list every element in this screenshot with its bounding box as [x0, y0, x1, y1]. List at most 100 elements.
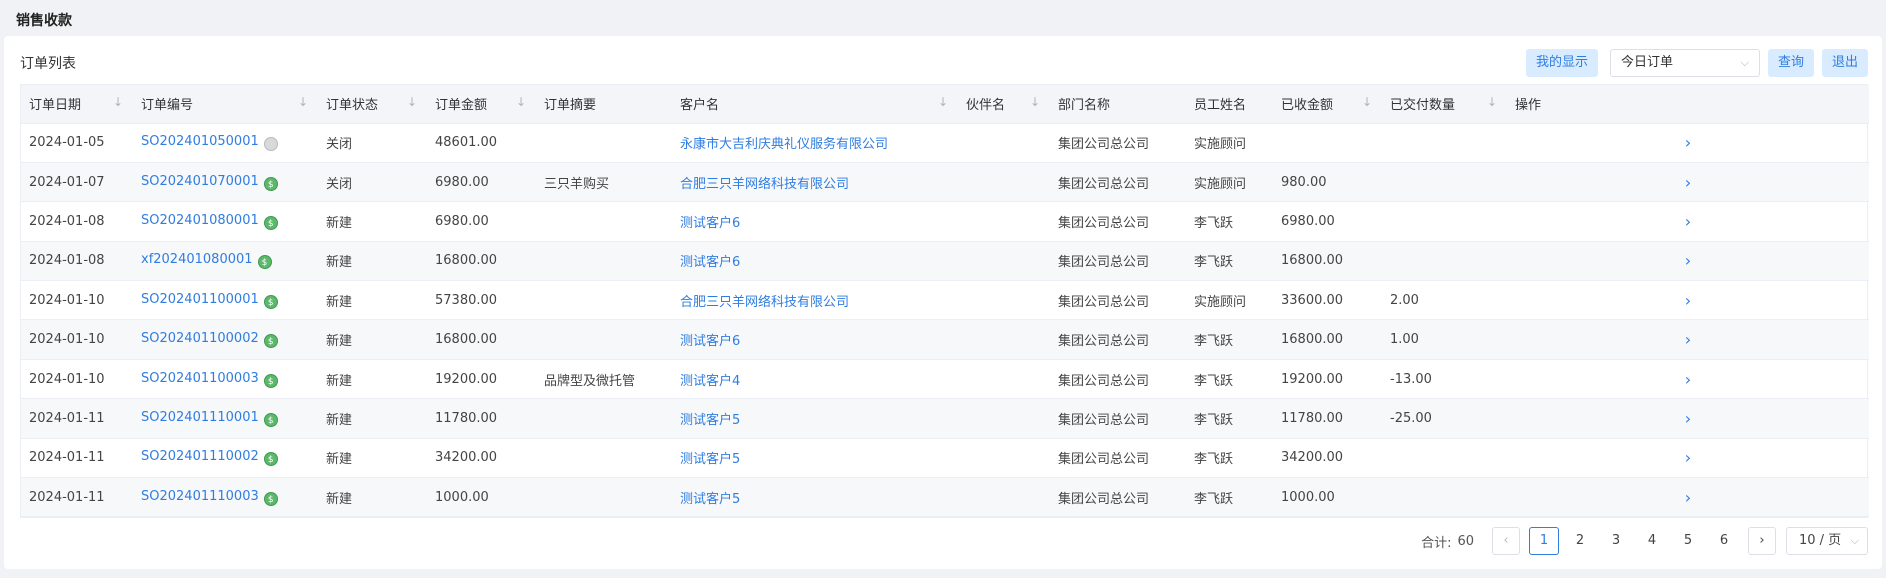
order-number-cell: SO202401070001 $	[133, 162, 318, 203]
chevron-right-icon[interactable]: ›	[1685, 370, 1691, 389]
amount-cell: 34200.00	[427, 438, 536, 479]
query-button[interactable]: 查询	[1767, 49, 1814, 77]
column-header: 订单摘要	[536, 85, 672, 124]
order-number-link[interactable]: xf202401080001	[141, 252, 253, 267]
date-cell: 2024-01-11	[21, 477, 133, 518]
page-number-button[interactable]: 6	[1709, 527, 1739, 555]
column-header[interactable]: 客户名 ↓	[672, 85, 958, 124]
chevron-right-icon[interactable]: ›	[1685, 409, 1691, 428]
column-header-label: 已收金额	[1281, 98, 1334, 114]
order-number-cell: SO202401050001 $	[133, 123, 318, 163]
table-row: 2024-01-05 SO202401050001 $ 关闭48601.00 永康市大吉…	[21, 123, 1869, 163]
sort-arrow-icon[interactable]: ↓	[938, 95, 948, 109]
page-size-select[interactable]: 10 / 页 ⌵	[1786, 527, 1868, 555]
order-number-link[interactable]: SO202401100001	[141, 292, 259, 307]
received-cell: 19200.00	[1273, 359, 1382, 400]
order-number-link[interactable]: SO202401110003	[141, 489, 259, 504]
prev-page-button[interactable]: ‹	[1492, 527, 1520, 555]
order-number-link[interactable]: SO202401070001	[141, 174, 259, 189]
order-number-link[interactable]: SO202401080001	[141, 213, 259, 228]
page-number-button[interactable]: 2	[1565, 527, 1595, 555]
staff-cell: 李飞跃	[1186, 438, 1273, 479]
order-filter-select[interactable]: 今日订单 ⌵	[1609, 49, 1760, 77]
chevron-right-icon[interactable]: ›	[1685, 330, 1691, 349]
chevron-right-icon[interactable]: ›	[1685, 173, 1691, 192]
date-cell: 2024-01-05	[21, 123, 133, 163]
amount-cell: 57380.00	[427, 280, 536, 321]
exit-button[interactable]: 退出	[1821, 49, 1868, 77]
customer-link[interactable]: 测试客户6	[672, 319, 958, 360]
my-display-button[interactable]: 我的显示	[1525, 49, 1598, 77]
chevron-right-icon[interactable]: ›	[1685, 212, 1691, 231]
page-number-button[interactable]: 4	[1637, 527, 1667, 555]
customer-link[interactable]: 合肥三只羊网络科技有限公司	[672, 162, 958, 203]
partner-cell	[958, 162, 1050, 203]
dept-cell: 集团公司总公司	[1050, 241, 1186, 282]
delivered-cell: -13.00	[1382, 359, 1507, 400]
sort-arrow-icon[interactable]: ↓	[516, 95, 526, 109]
order-list-panel: 订单列表 我的显示 今日订单 ⌵ 查询 退出 订单日期 ↓ 订单编号 ↓ 订单状态 ↓ 订单…	[4, 36, 1882, 569]
row-action-cell: ›	[1507, 241, 1869, 282]
column-header-label: 操作	[1515, 98, 1542, 114]
order-number-link[interactable]: SO202401110001	[141, 410, 259, 425]
chevron-right-icon[interactable]: ›	[1685, 133, 1691, 152]
page-number-button[interactable]: 3	[1601, 527, 1631, 555]
column-header[interactable]: 已收金额 ↓	[1273, 85, 1382, 124]
payment-status-icon: $	[263, 215, 278, 230]
sort-arrow-icon[interactable]: ↓	[1362, 95, 1372, 109]
sort-arrow-icon[interactable]: ↓	[113, 95, 123, 109]
column-header[interactable]: 已交付数量 ↓	[1382, 85, 1507, 124]
column-header[interactable]: 订单日期 ↓	[21, 85, 133, 124]
payment-status-icon: $	[263, 334, 278, 349]
dept-cell: 集团公司总公司	[1050, 438, 1186, 479]
customer-link[interactable]: 合肥三只羊网络科技有限公司	[672, 280, 958, 321]
customer-link[interactable]: 测试客户6	[672, 201, 958, 242]
unpaid-status-icon: $	[263, 137, 278, 152]
date-cell: 2024-01-07	[21, 162, 133, 203]
table-row: 2024-01-10 SO202401100003 $ 新建 19200.00 品牌型及微…	[21, 359, 1869, 400]
row-action-cell: ›	[1507, 162, 1869, 203]
sort-arrow-icon[interactable]: ↓	[407, 95, 417, 109]
dept-cell: 集团公司总公司	[1050, 162, 1186, 203]
received-cell: 1000.00	[1273, 477, 1382, 518]
order-number-link[interactable]: SO202401050001	[141, 134, 259, 149]
dept-cell: 集团公司总公司	[1050, 359, 1186, 400]
payment-status-icon: $	[263, 491, 278, 506]
column-header-label: 订单摘要	[544, 98, 597, 114]
column-header-label: 订单编号	[141, 98, 194, 114]
chevron-right-icon[interactable]: ›	[1685, 291, 1691, 310]
dept-cell: 集团公司总公司	[1050, 398, 1186, 439]
next-page-button[interactable]: ›	[1748, 527, 1776, 555]
payment-status-icon: $	[263, 294, 278, 309]
sort-arrow-icon[interactable]: ↓	[1030, 95, 1040, 109]
payment-status-icon: $	[257, 255, 272, 270]
table-row: 2024-01-11 SO202401110002 $ 新建 34200.00 测试客户5…	[21, 438, 1869, 479]
chevron-right-icon[interactable]: ›	[1685, 448, 1691, 467]
column-header[interactable]: 订单金额 ↓	[427, 85, 536, 124]
delivered-cell: 1.00	[1382, 319, 1507, 360]
column-header[interactable]: 订单编号 ↓	[133, 85, 318, 124]
sort-arrow-icon[interactable]: ↓	[298, 95, 308, 109]
panel-title: 订单列表	[20, 56, 76, 72]
customer-link[interactable]: 测试客户5	[672, 477, 958, 518]
page-number-button[interactable]: 5	[1673, 527, 1703, 555]
order-number-link[interactable]: SO202401110002	[141, 449, 259, 464]
total-label: 合计:	[1421, 535, 1452, 551]
order-number-link[interactable]: SO202401100003	[141, 371, 259, 386]
customer-link[interactable]: 测试客户4	[672, 359, 958, 400]
customer-link[interactable]: 测试客户5	[672, 438, 958, 479]
customer-link[interactable]: 测试客户5	[672, 398, 958, 439]
page-number-button[interactable]: 1	[1529, 527, 1559, 555]
date-cell: 2024-01-08	[21, 201, 133, 242]
column-header-label: 订单状态	[326, 98, 379, 114]
sort-arrow-icon[interactable]: ↓	[1487, 95, 1497, 109]
column-header[interactable]: 订单状态 ↓	[318, 85, 427, 124]
customer-link[interactable]: 永康市大吉利庆典礼仪服务有限公司	[672, 123, 958, 163]
chevron-right-icon[interactable]: ›	[1685, 251, 1691, 270]
column-header[interactable]: 伙伴名 ↓	[958, 85, 1050, 124]
row-action-cell: ›	[1507, 123, 1869, 163]
customer-link[interactable]: 测试客户6	[672, 241, 958, 282]
order-number-link[interactable]: SO202401100002	[141, 331, 259, 346]
chevron-right-icon[interactable]: ›	[1685, 488, 1691, 507]
staff-cell: 李飞跃	[1186, 319, 1273, 360]
